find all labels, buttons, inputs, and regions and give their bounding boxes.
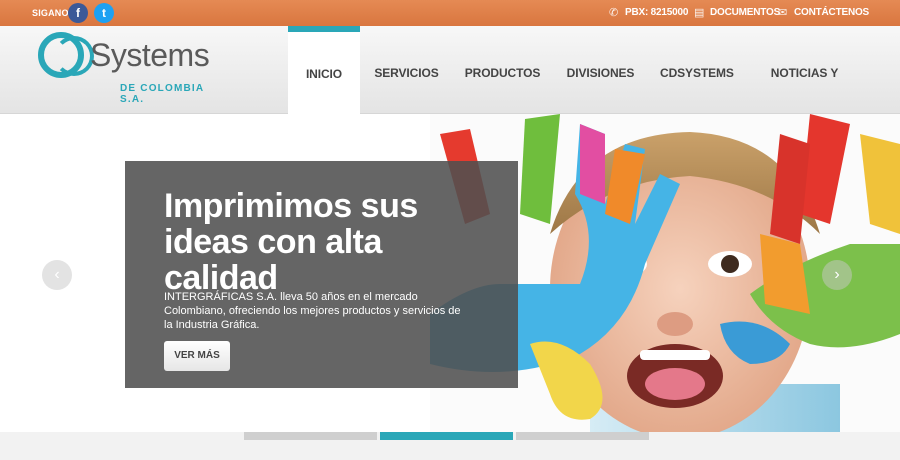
nav-noticias-y-tips[interactable]: NOTICIAS Y TIPS — [758, 26, 851, 174]
twitter-icon[interactable]: t — [94, 3, 114, 23]
ver-mas-button[interactable]: VER MÁS — [164, 341, 230, 371]
nav-divisiones[interactable]: DIVISIONES — [564, 26, 637, 114]
nav-inicio[interactable]: INICIO — [288, 26, 360, 114]
phone-icon: ✆ — [609, 7, 619, 19]
top-bar: SIGANOS f t ✆ PBX: 8215000 ▤ DOCUMENTOS … — [0, 0, 900, 26]
logo-text: Systems — [90, 37, 210, 73]
nav-servicios[interactable]: SERVICIOS — [370, 26, 443, 114]
slide-description: INTERGRÁFICAS S.A. lleva 50 años en el m… — [164, 291, 461, 331]
phone-number: PBX: 8215000 — [625, 7, 689, 18]
slider-pagination — [0, 432, 900, 460]
hero-slider: Imprimimos sus ideas con alta calidad IN… — [0, 114, 900, 432]
logo[interactable]: Systems DE COLOMBIA S.A. — [38, 32, 228, 105]
documents-link[interactable]: DOCUMENTOS — [710, 7, 780, 18]
contact-link[interactable]: CONTÁCTENOS — [794, 7, 869, 18]
nav-productos[interactable]: PRODUCTOS — [464, 26, 541, 114]
logo-ring-icon-2 — [54, 36, 94, 76]
slider-dot-1[interactable] — [244, 432, 377, 440]
document-icon: ▤ — [694, 7, 705, 19]
next-slide-icon[interactable]: › — [822, 260, 852, 290]
mail-icon: ✉ — [778, 7, 788, 19]
facebook-icon[interactable]: f — [68, 3, 88, 23]
slider-dot-3[interactable] — [516, 432, 649, 440]
prev-slide-icon[interactable]: ‹ — [42, 260, 72, 290]
slide-caption: Imprimimos sus ideas con alta calidad IN… — [125, 161, 518, 388]
nav-cdsystems[interactable]: CDSYSTEMS — [660, 26, 734, 114]
logo-subtitle: DE COLOMBIA S.A. — [120, 83, 204, 105]
slider-dot-2[interactable] — [380, 432, 513, 440]
slide-title: Imprimimos sus ideas con alta calidad — [164, 187, 418, 297]
